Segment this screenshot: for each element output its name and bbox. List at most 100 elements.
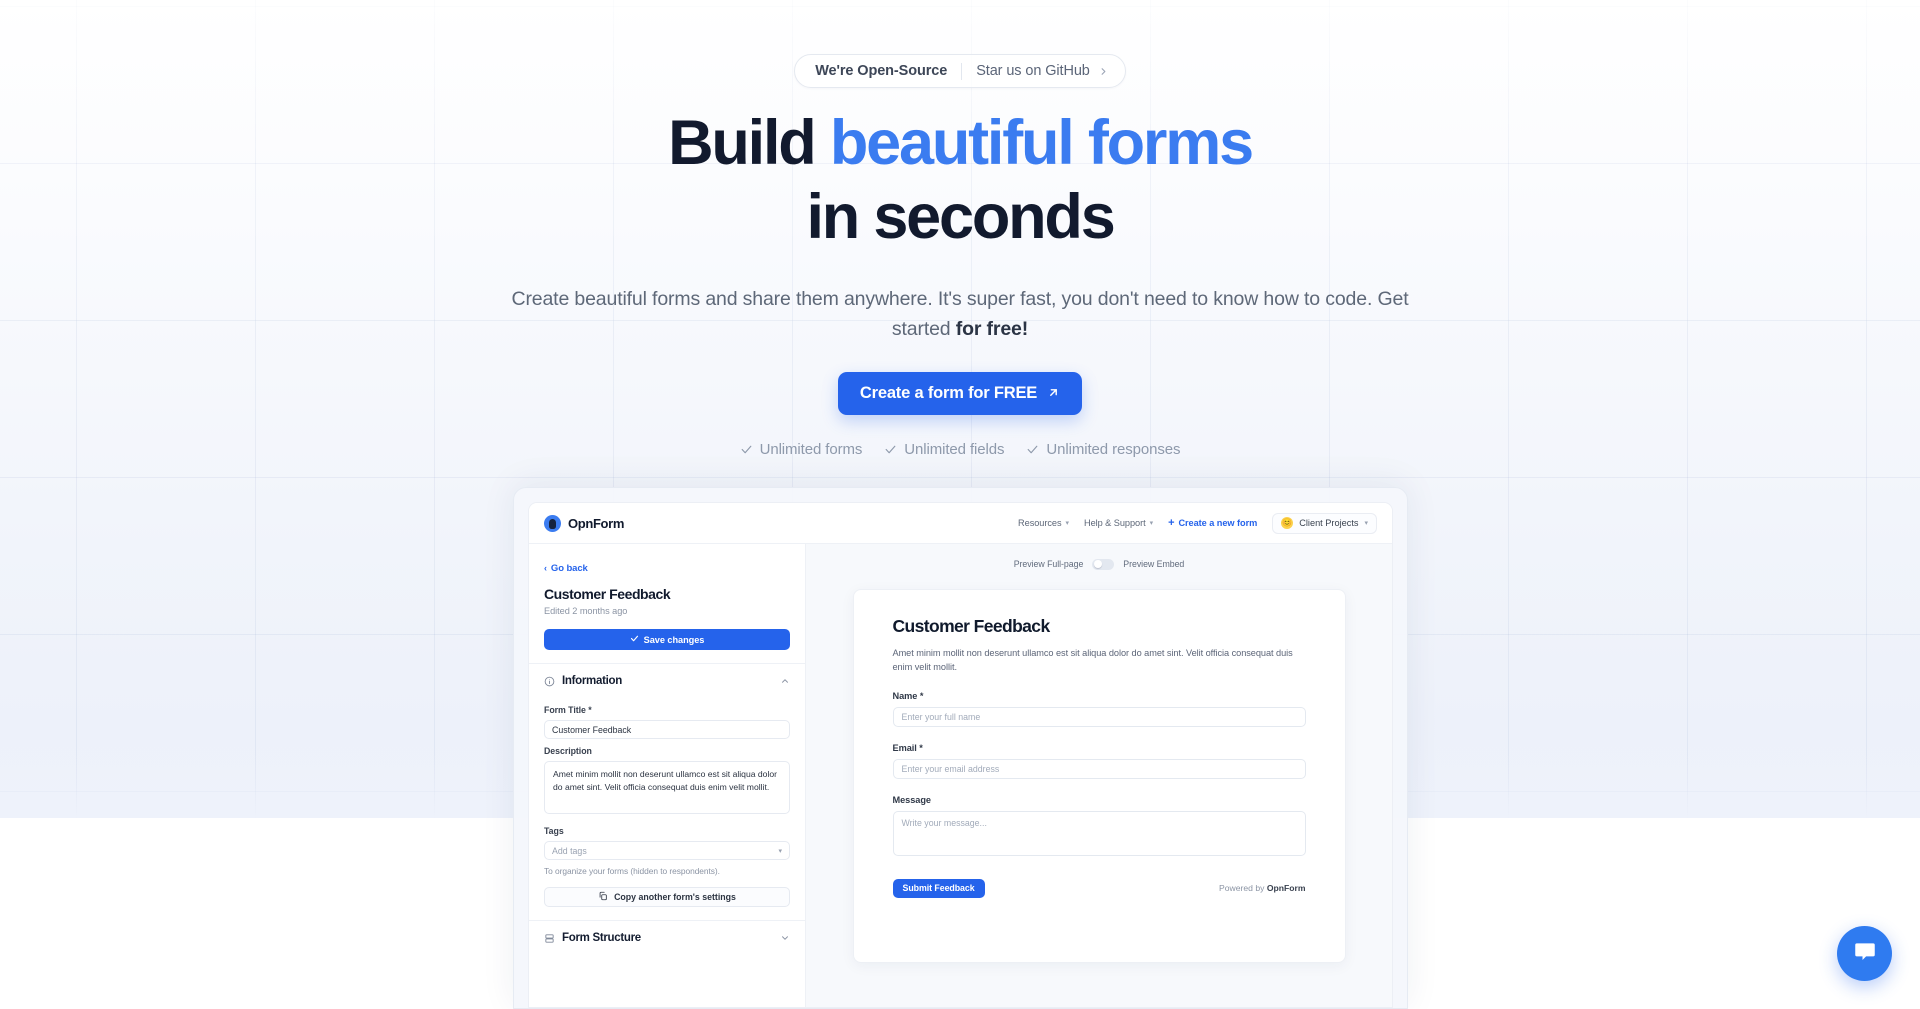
preview-embed-label[interactable]: Preview Embed — [1123, 559, 1184, 569]
nav-item-help-support[interactable]: Help & Support ▾ — [1084, 518, 1153, 528]
form-title-input[interactable] — [544, 720, 790, 739]
preview-form-title: Customer Feedback — [892, 616, 1051, 636]
nav-item-help-support-label: Help & Support — [1083, 518, 1146, 528]
badge-strong-text: We're Open-Source — [815, 63, 948, 79]
feature-label: Unlimited fields — [904, 441, 1005, 459]
form-preview-pane: Preview Full-page Preview Embed Customer… — [806, 544, 1392, 1007]
sidebar-form-title: Customer Feedback — [544, 586, 671, 602]
preview-form-card: Customer Feedback Amet minim mollit non … — [852, 589, 1346, 963]
feature-item: Unlimited forms — [740, 441, 863, 459]
chevron-down-icon: ▾ — [1364, 520, 1368, 527]
app-body: ‹ Go back Customer Feedback Edited 2 mon… — [529, 544, 1392, 1007]
avatar: 😊 — [1281, 517, 1294, 529]
opnform-logo-icon — [544, 514, 561, 532]
form-title-label: Form Title * — [544, 705, 790, 715]
app-brand-name: OpnForm — [568, 515, 625, 531]
headline-accent: beautiful forms — [829, 108, 1254, 178]
copy-settings-button[interactable]: Copy another form's settings — [544, 887, 790, 907]
preview-field-message-label: Message — [893, 795, 1306, 805]
required-marker: * — [919, 690, 924, 701]
page-title: Build beautiful forms in seconds — [0, 112, 1920, 249]
headline-lead: Build — [668, 108, 830, 178]
editor-sidebar: ‹ Go back Customer Feedback Edited 2 mon… — [529, 544, 806, 1007]
nav-create-new-form[interactable]: + Create a new form — [1168, 516, 1258, 529]
chevron-down-icon — [780, 933, 790, 943]
hero-subheadline: Create beautiful forms and share them an… — [510, 284, 1410, 344]
badge-github-link[interactable]: Star us on GitHub — [976, 63, 1090, 79]
sidebar-edited-timestamp: Edited 2 months ago — [544, 606, 628, 616]
save-changes-label: Save changes — [643, 634, 705, 645]
preview-field-email-label-text: Email — [892, 742, 917, 753]
go-back-label: Go back — [550, 562, 588, 574]
app-brand[interactable]: OpnForm — [544, 514, 625, 532]
check-icon — [1026, 443, 1039, 456]
section-header-information-label: Information — [562, 675, 622, 687]
description-label: Description — [544, 746, 592, 756]
required-marker: * — [588, 705, 592, 715]
preview-message-textarea[interactable] — [892, 810, 1306, 856]
open-source-badge-row: We're Open-Source Star us on GitHub — [0, 54, 1920, 88]
preview-field-message-label-text: Message — [892, 794, 932, 805]
tags-select-placeholder: Add tags — [552, 845, 587, 856]
description-textarea[interactable]: Amet minim mollit non deserunt ullamco e… — [544, 761, 790, 814]
badge-divider — [961, 62, 963, 80]
preview-toolbar: Preview Full-page Preview Embed — [806, 556, 1392, 572]
tags-label: Tags — [544, 826, 564, 836]
cta-row: Create a form for FREE — [0, 372, 1920, 416]
submit-feedback-button[interactable]: Submit Feedback — [892, 878, 985, 898]
preview-mode-toggle[interactable] — [1092, 558, 1115, 570]
check-icon — [740, 443, 753, 456]
arrow-up-right-icon — [1047, 386, 1060, 402]
chevron-down-icon: ▾ — [1149, 520, 1154, 527]
copy-icon — [598, 891, 608, 903]
chevron-down-icon: ▾ — [1065, 520, 1070, 527]
app-top-nav: OpnForm Resources ▾ Help & Support ▾ + C… — [529, 503, 1392, 544]
headline-line2: in seconds — [806, 182, 1115, 252]
powered-by-prefix: Powered by — [1219, 883, 1267, 893]
feature-label: Unlimited forms — [759, 441, 863, 459]
preview-field-name-label: Name * — [893, 691, 1306, 701]
check-icon — [884, 443, 897, 456]
required-marker: * — [919, 742, 923, 753]
preview-form-footer: Submit Feedback Powered by OpnForm — [892, 878, 1306, 898]
app-window: OpnForm Resources ▾ Help & Support ▾ + C… — [528, 502, 1393, 1008]
chat-bubble-button[interactable] — [1837, 926, 1892, 981]
feature-list: Unlimited forms Unlimited fields Unlimit… — [0, 441, 1920, 458]
tags-select[interactable]: Add tags ▾ — [544, 841, 790, 860]
chat-bubble-icon — [1852, 939, 1878, 968]
workspace-selector[interactable]: 😊 Client Projects ▾ — [1272, 512, 1377, 534]
nav-item-resources-label: Resources — [1018, 518, 1062, 528]
open-source-badge[interactable]: We're Open-Source Star us on GitHub — [794, 54, 1126, 88]
hero-section: We're Open-Source Star us on GitHub Buil… — [0, 0, 1920, 458]
chevron-down-icon: ▾ — [778, 847, 782, 855]
layout-rows-icon — [544, 933, 555, 944]
nav-item-resources[interactable]: Resources ▾ — [1018, 518, 1069, 528]
feature-item: Unlimited responses — [1026, 441, 1180, 458]
info-icon — [544, 676, 555, 687]
create-form-button-label: Create a form for FREE — [859, 384, 1038, 403]
form-title-field: Form Title * — [544, 705, 790, 739]
section-header-form-structure[interactable]: Form Structure — [544, 921, 790, 955]
create-form-button[interactable]: Create a form for FREE — [837, 372, 1083, 416]
preview-form-description: Amet minim mollit non deserunt ullamco e… — [892, 648, 1293, 673]
save-changes-button[interactable]: Save changes — [544, 629, 790, 650]
workspace-selector-label: Client Projects — [1299, 518, 1359, 528]
nav-create-new-form-label: Create a new form — [1178, 518, 1258, 528]
preview-field-name: Name * — [892, 691, 1306, 727]
toggle-knob — [1093, 560, 1102, 568]
preview-name-input[interactable] — [892, 706, 1306, 727]
preview-full-page-label[interactable]: Preview Full-page — [1014, 559, 1084, 569]
feature-item: Unlimited fields — [884, 441, 1004, 458]
section-header-information[interactable]: Information — [544, 664, 790, 698]
preview-field-email: Email * — [892, 743, 1306, 779]
preview-field-email-label: Email * — [893, 743, 1306, 753]
powered-by-label: Powered by OpnForm — [1219, 883, 1305, 893]
preview-field-name-label-text: Name — [892, 690, 918, 701]
check-icon — [630, 634, 639, 645]
chevron-left-icon: ‹ — [544, 563, 547, 573]
go-back-link[interactable]: ‹ Go back — [544, 563, 588, 574]
tags-field: Tags Add tags ▾ To organize your forms (… — [544, 826, 790, 876]
plus-icon: + — [1168, 516, 1175, 529]
feature-label: Unlimited responses — [1046, 441, 1181, 459]
preview-email-input[interactable] — [892, 758, 1306, 779]
